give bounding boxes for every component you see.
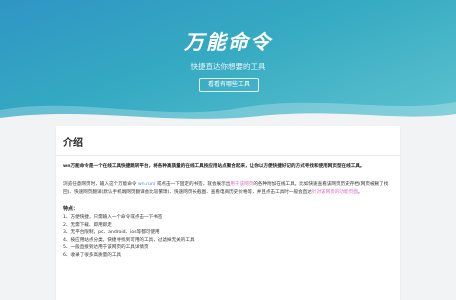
intro-summary: wn万能命令是一个在线工具快捷跳转平台，将各种高质量的在线工具按应用站点聚合起来…: [63, 164, 365, 169]
hero-banner: 万能命令 快捷直达你想要的工具 看看有哪些工具: [0, 0, 456, 128]
site-subtitle: 快捷直达你想要的工具: [190, 62, 266, 71]
list-item: 6、收录了很多高质量的工具: [63, 252, 122, 258]
list-item: 5、一般直接到达用于该网页的工具详情页: [63, 245, 149, 251]
para-text-4: 。: [357, 190, 363, 195]
intro-card: 介绍 wn万能命令是一个在线工具快捷跳转平台，将各种高质量的在线工具按应用站点聚…: [56, 126, 400, 300]
intro-heading: 介绍: [63, 138, 83, 149]
intro-paragraph: 浏览任意网页时，输入这个万能命令 wn.run/ 或点击一下固定的书签，就会展示…: [63, 181, 393, 197]
para-text-1: 浏览任意网页时，输入这个万能命令: [63, 182, 138, 187]
list-item: 1、方便快捷，只需输入一个命令或点击一下书签: [63, 215, 163, 220]
function-page-link[interactable]: 针对该网页的功能页面: [312, 190, 358, 195]
site-title: 万能命令: [184, 30, 272, 54]
features-heading: 特点：: [63, 206, 79, 212]
for-this-page-link[interactable]: 用于该网页: [230, 182, 253, 187]
list-item: 2、无需下载、即用即走: [63, 222, 112, 228]
list-item: 4、按应用站点分类，快捷寻找到可用的工具，过滤掉无关的工具: [63, 237, 195, 243]
list-item: 3、无平台限制，pc、android、ios等都可使用: [63, 230, 160, 236]
para-text-2: 或点击一下固定的书签，就会展示出: [155, 182, 231, 187]
hero-wave-decoration: [0, 102, 456, 128]
feature-list: 1、方便快捷，只需输入一个命令或点击一下书签 2、无需下载、即用即走 3、无平台…: [63, 214, 393, 260]
divider: [56, 155, 400, 156]
command-link[interactable]: wn.run/: [138, 182, 155, 187]
